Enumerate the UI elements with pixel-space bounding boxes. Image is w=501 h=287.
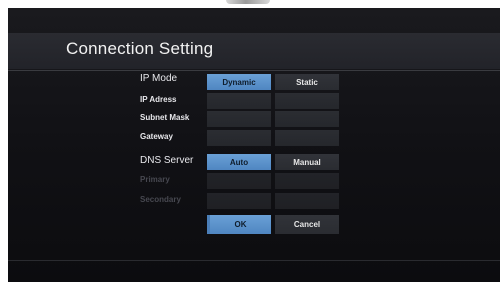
- divider-top: [8, 70, 500, 71]
- page-title: Connection Setting: [66, 39, 214, 58]
- settings-screen: Connection Setting IP Mode Dynamic Stati…: [8, 8, 500, 282]
- ip-mode-label: IP Mode: [140, 73, 178, 84]
- secondary-dns-label: Secondary: [140, 195, 181, 204]
- logo-fragment: [226, 0, 270, 4]
- dns-manual-option[interactable]: Manual: [275, 154, 339, 170]
- divider-bottom: [8, 260, 500, 261]
- ip-address-field-1[interactable]: [207, 93, 271, 109]
- ip-mode-static-option[interactable]: Static: [275, 74, 339, 90]
- secondary-dns-field-2: [275, 193, 339, 209]
- primary-dns-field-1: [207, 173, 271, 189]
- primary-dns-field-2: [275, 173, 339, 189]
- subnet-mask-field-2[interactable]: [275, 111, 339, 127]
- dns-auto-option[interactable]: Auto: [207, 154, 271, 170]
- ip-address-field-2[interactable]: [275, 93, 339, 109]
- ok-button[interactable]: OK: [207, 215, 271, 234]
- dns-server-label: DNS Server: [140, 155, 194, 166]
- top-frame: [0, 0, 501, 8]
- ip-mode-dynamic-option[interactable]: Dynamic: [207, 74, 271, 90]
- ip-address-label: IP Adress: [140, 95, 177, 104]
- gateway-label: Gateway: [140, 132, 173, 141]
- gateway-field-1[interactable]: [207, 130, 271, 146]
- gateway-field-2[interactable]: [275, 130, 339, 146]
- title-bar: Connection Setting: [8, 33, 500, 69]
- subnet-mask-label: Subnet Mask: [140, 113, 190, 122]
- cancel-button[interactable]: Cancel: [275, 215, 339, 234]
- secondary-dns-field-1: [207, 193, 271, 209]
- subnet-mask-field-1[interactable]: [207, 111, 271, 127]
- primary-dns-label: Primary: [140, 175, 170, 184]
